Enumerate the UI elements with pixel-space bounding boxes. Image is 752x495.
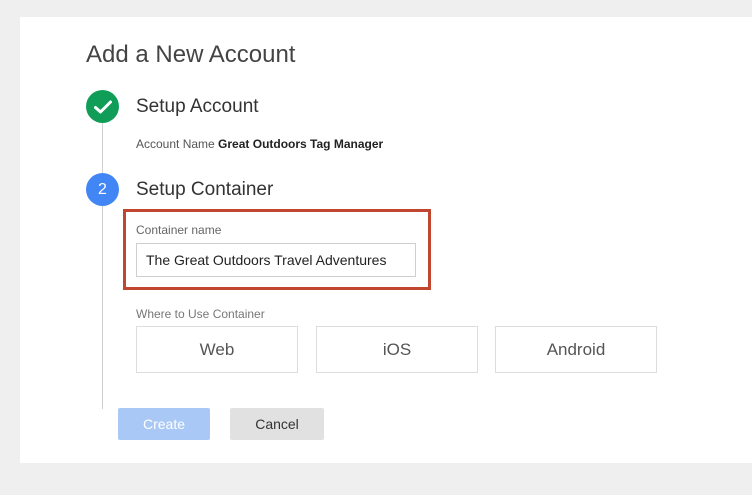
platform-option-web[interactable]: Web	[136, 326, 298, 373]
step-complete-badge	[86, 90, 119, 123]
account-name-value: Great Outdoors Tag Manager	[218, 137, 384, 151]
cancel-button[interactable]: Cancel	[230, 408, 324, 440]
where-to-use-label: Where to Use Container	[136, 307, 265, 321]
stepper-line	[102, 122, 103, 409]
page-title: Add a New Account	[86, 41, 296, 68]
platform-option-ios[interactable]: iOS	[316, 326, 478, 373]
checkmark-icon	[93, 100, 112, 113]
step-title-setup-account: Setup Account	[136, 96, 259, 117]
account-name-line: Account Name Great Outdoors Tag Manager	[136, 137, 383, 151]
account-name-label: Account Name	[136, 137, 215, 151]
container-name-label: Container name	[136, 223, 222, 237]
container-name-input[interactable]	[136, 243, 416, 277]
step-number-badge: 2	[86, 173, 119, 206]
platform-option-android[interactable]: Android	[495, 326, 657, 373]
step-title-setup-container: Setup Container	[136, 179, 274, 200]
create-button[interactable]: Create	[118, 408, 210, 440]
